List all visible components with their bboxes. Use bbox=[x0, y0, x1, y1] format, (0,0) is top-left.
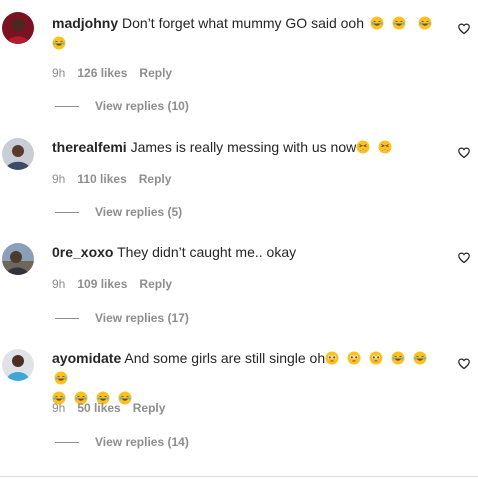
comment-meta: 9h 110 likes Reply bbox=[52, 171, 183, 187]
like-count[interactable]: 126 likes bbox=[77, 66, 127, 80]
comment-time: 9h bbox=[52, 277, 66, 291]
laughing-tears-emoji-icon bbox=[370, 16, 384, 30]
username[interactable]: therealfemi bbox=[52, 139, 127, 155]
pleading-face-emoji-icon bbox=[369, 351, 383, 365]
comment-body: Don’t forget what mummy GO said ooh bbox=[122, 15, 365, 31]
laughing-tears-emoji-icon bbox=[391, 351, 405, 365]
like-count[interactable]: 109 likes bbox=[77, 277, 127, 291]
comment-text: ayomidate And some girls are still singl… bbox=[52, 348, 444, 408]
reply-button[interactable]: Reply bbox=[139, 277, 172, 291]
tired-face-emoji-icon bbox=[356, 140, 370, 154]
comment-body: James is really messing with us now bbox=[130, 139, 357, 155]
divider-dash bbox=[55, 211, 79, 213]
view-replies-button[interactable]: View replies (10) bbox=[55, 98, 189, 114]
laughing-tears-emoji-icon bbox=[418, 16, 432, 30]
comment-text: madjohny Don’t forget what mummy GO said… bbox=[52, 13, 444, 53]
divider-dash bbox=[55, 317, 79, 319]
laughing-tears-emoji-icon bbox=[392, 16, 406, 30]
comment-time: 9h bbox=[52, 401, 66, 415]
comment-meta: 9h 50 likes Reply bbox=[52, 400, 177, 416]
view-replies-button[interactable]: View replies (17) bbox=[55, 310, 189, 326]
username[interactable]: ayomidate bbox=[52, 350, 121, 366]
pleading-face-emoji-icon bbox=[325, 351, 339, 365]
comment-time: 9h bbox=[52, 172, 66, 186]
comment-meta: 9h 109 likes Reply bbox=[52, 276, 184, 292]
heart-outline-icon[interactable] bbox=[458, 23, 470, 35]
comment-body: And some girls are still single oh bbox=[124, 350, 326, 366]
comment-time: 9h bbox=[52, 66, 66, 80]
avatar[interactable] bbox=[2, 138, 34, 170]
reply-button[interactable]: Reply bbox=[139, 66, 172, 80]
heart-outline-icon[interactable] bbox=[458, 147, 470, 159]
comment-body: They didn’t caught me.. okay bbox=[117, 244, 297, 260]
username[interactable]: 0re_xoxo bbox=[52, 244, 113, 260]
comment-text: therealfemi James is really messing with… bbox=[52, 137, 444, 157]
comment-text: 0re_xoxo They didn’t caught me.. okay bbox=[52, 242, 444, 262]
bottom-divider bbox=[0, 476, 478, 477]
heart-outline-icon[interactable] bbox=[458, 358, 470, 370]
view-replies-button[interactable]: View replies (5) bbox=[55, 204, 182, 220]
like-count[interactable]: 50 likes bbox=[77, 401, 120, 415]
username[interactable]: madjohny bbox=[52, 15, 118, 31]
avatar[interactable] bbox=[2, 349, 34, 381]
laughing-tears-emoji-icon bbox=[52, 36, 66, 50]
laughing-tears-emoji-icon bbox=[54, 371, 68, 385]
divider-dash bbox=[55, 105, 79, 107]
avatar[interactable] bbox=[2, 243, 34, 275]
laughing-tears-emoji-icon bbox=[413, 351, 427, 365]
view-replies-label: View replies (10) bbox=[95, 99, 189, 113]
view-replies-label: View replies (17) bbox=[95, 311, 189, 325]
view-replies-button[interactable]: View replies (14) bbox=[55, 434, 189, 450]
view-replies-label: View replies (5) bbox=[95, 205, 183, 219]
pleading-face-emoji-icon bbox=[347, 351, 361, 365]
heart-outline-icon[interactable] bbox=[458, 252, 470, 264]
tired-face-emoji-icon bbox=[378, 140, 392, 154]
view-replies-label: View replies (14) bbox=[95, 435, 189, 449]
like-count[interactable]: 110 likes bbox=[77, 172, 126, 186]
reply-button[interactable]: Reply bbox=[133, 401, 166, 415]
comment-meta: 9h 126 likes Reply bbox=[52, 65, 184, 81]
divider-dash bbox=[55, 441, 79, 443]
avatar[interactable] bbox=[2, 12, 34, 44]
reply-button[interactable]: Reply bbox=[139, 172, 172, 186]
